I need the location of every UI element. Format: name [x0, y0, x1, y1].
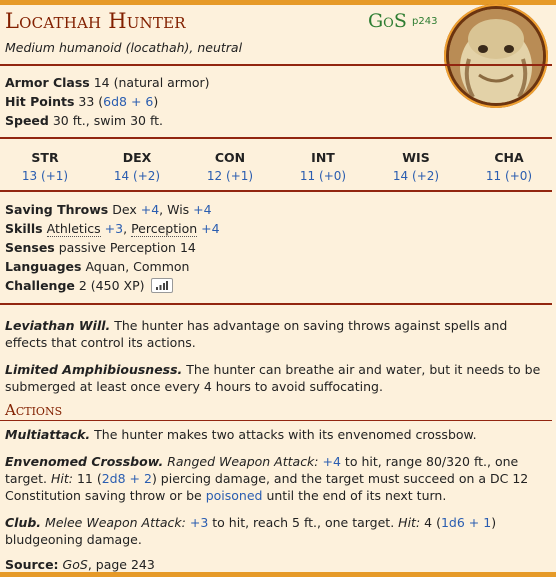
ability-score[interactable]: 13 (+1)	[5, 169, 85, 183]
attack-type: Ranged Weapon Attack:	[167, 454, 319, 469]
bottom-border	[0, 572, 556, 577]
speed-value: 30 ft., swim 30 ft.	[52, 113, 164, 128]
damage-value: 11 (	[76, 471, 102, 486]
languages-label: Languages	[5, 259, 82, 274]
ability-name: STR	[31, 150, 59, 165]
traits: Limited Amphibiousness. The hunter can b…	[0, 361, 556, 395]
challenge-row: Challenge 2 (450 XP)	[5, 276, 551, 295]
creature-name: Locathah Hunter	[5, 9, 186, 33]
skills-label: Skills	[5, 221, 43, 236]
ability-score[interactable]: 14 (+2)	[376, 169, 456, 183]
source-book[interactable]: GoS	[62, 557, 88, 573]
traits: Leviathan Will. The hunter has advantage…	[0, 317, 556, 351]
skill-athletics-roll[interactable]: +3	[105, 221, 123, 236]
bar-chart-icon	[156, 281, 169, 290]
hit-points-value: 33 (	[78, 94, 104, 109]
creature-type-line: Medium humanoid (locathah), neutral	[5, 40, 243, 55]
languages-row: Languages Aquan, Common	[5, 257, 551, 276]
source-page-number: , page 243	[87, 557, 155, 572]
challenge-label: Challenge	[5, 278, 75, 293]
ability-name: CON	[214, 150, 246, 165]
action-name: Envenomed Crossbow.	[5, 454, 164, 469]
trait: Limited Amphibiousness. The hunter can b…	[5, 361, 551, 395]
action-text: Club. Melee Weapon Attack: +3 to hit, re…	[5, 514, 551, 548]
action-description: until the end of its next turn.	[266, 488, 447, 503]
challenge-value: 2 (450 XP)	[78, 278, 145, 293]
actions-header: Actions	[5, 401, 63, 419]
creature-details: Saving Throws Dex +4, Wis +4 Skills Athl…	[0, 200, 556, 295]
condition-link[interactable]: poisoned	[206, 488, 263, 503]
divider	[0, 303, 552, 305]
saving-throws-row: Saving Throws Dex +4, Wis +4	[5, 200, 551, 219]
ability-name: DEX	[122, 150, 152, 165]
senses-value: passive Perception 14	[58, 240, 196, 255]
armor-class-row: Armor Class 14 (natural armor)	[5, 73, 551, 92]
trait-name: Limited Amphibiousness.	[5, 362, 183, 377]
trait-name: Leviathan Will.	[5, 318, 111, 333]
armor-class-label: Armor Class	[5, 75, 90, 90]
core-stats: Armor Class 14 (natural armor) Hit Point…	[0, 73, 556, 130]
ability-score[interactable]: 11 (+0)	[469, 169, 549, 183]
source-page: p243	[412, 16, 438, 27]
ability-name: CHA	[494, 150, 524, 165]
skill-athletics[interactable]: Athletics	[46, 221, 101, 237]
source-label: Source:	[5, 557, 59, 572]
damage-roll[interactable]: 1d6 + 1	[441, 515, 491, 530]
hit-label: Hit:	[398, 515, 421, 530]
action-name: Multiattack.	[5, 427, 91, 442]
action-description: The hunter makes two attacks with its en…	[94, 427, 477, 442]
actions-divider	[0, 420, 552, 421]
action-club: Club. Melee Weapon Attack: +3 to hit, re…	[0, 514, 556, 548]
action-description: to hit, reach 5 ft., one target.	[212, 515, 395, 530]
skill-separator: ,	[123, 221, 128, 236]
action-name: Club.	[5, 515, 42, 530]
action-multiattack: Multiattack. The hunter makes two attack…	[0, 426, 556, 443]
skill-perception[interactable]: Perception	[131, 221, 198, 237]
attack-type: Melee Weapon Attack:	[45, 515, 186, 530]
divider	[0, 64, 552, 66]
source-abbreviation[interactable]: GoS	[368, 10, 407, 32]
action-text: Envenomed Crossbow. Ranged Weapon Attack…	[5, 453, 551, 504]
attack-roll[interactable]: +4	[323, 454, 341, 469]
skills-row: Skills Athletics +3, Perception +4	[5, 219, 551, 238]
top-border	[0, 0, 556, 5]
skill-perception-roll[interactable]: +4	[201, 221, 219, 236]
action-envenomed-crossbow: Envenomed Crossbow. Ranged Weapon Attack…	[0, 453, 556, 504]
save-dex-roll[interactable]: +4	[141, 202, 159, 217]
ability-name: INT	[311, 150, 335, 165]
saving-throws-label: Saving Throws	[5, 202, 109, 217]
challenge-scaler-button[interactable]	[151, 278, 174, 293]
attack-roll[interactable]: +3	[190, 515, 208, 530]
senses-row: Senses passive Perception 14	[5, 238, 551, 257]
save-wis: , Wis	[159, 202, 190, 217]
ability-score[interactable]: 14 (+2)	[97, 169, 177, 183]
speed-label: Speed	[5, 113, 49, 128]
damage-roll[interactable]: 2d8 + 2	[102, 471, 152, 486]
speed-row: Speed 30 ft., swim 30 ft.	[5, 111, 551, 130]
trait: Leviathan Will. The hunter has advantage…	[5, 317, 551, 351]
action-text: Multiattack. The hunter makes two attack…	[5, 426, 551, 443]
hit-points-label: Hit Points	[5, 94, 75, 109]
languages-value: Aquan, Common	[85, 259, 190, 274]
damage-value: 4 (	[424, 515, 441, 530]
save-wis-roll[interactable]: +4	[193, 202, 211, 217]
divider	[0, 190, 552, 192]
divider	[0, 137, 552, 139]
hit-label: Hit:	[50, 471, 73, 486]
ability-name: WIS	[402, 150, 430, 165]
save-dex: Dex	[112, 202, 137, 217]
ability-score[interactable]: 11 (+0)	[283, 169, 363, 183]
senses-label: Senses	[5, 240, 55, 255]
armor-class-value: 14 (natural armor)	[93, 75, 210, 90]
hit-points-row: Hit Points 33 (6d8 + 6)	[5, 92, 551, 111]
ability-score[interactable]: 12 (+1)	[190, 169, 270, 183]
hit-points-close: )	[153, 94, 159, 109]
hit-points-dice[interactable]: 6d8 + 6	[103, 94, 153, 109]
